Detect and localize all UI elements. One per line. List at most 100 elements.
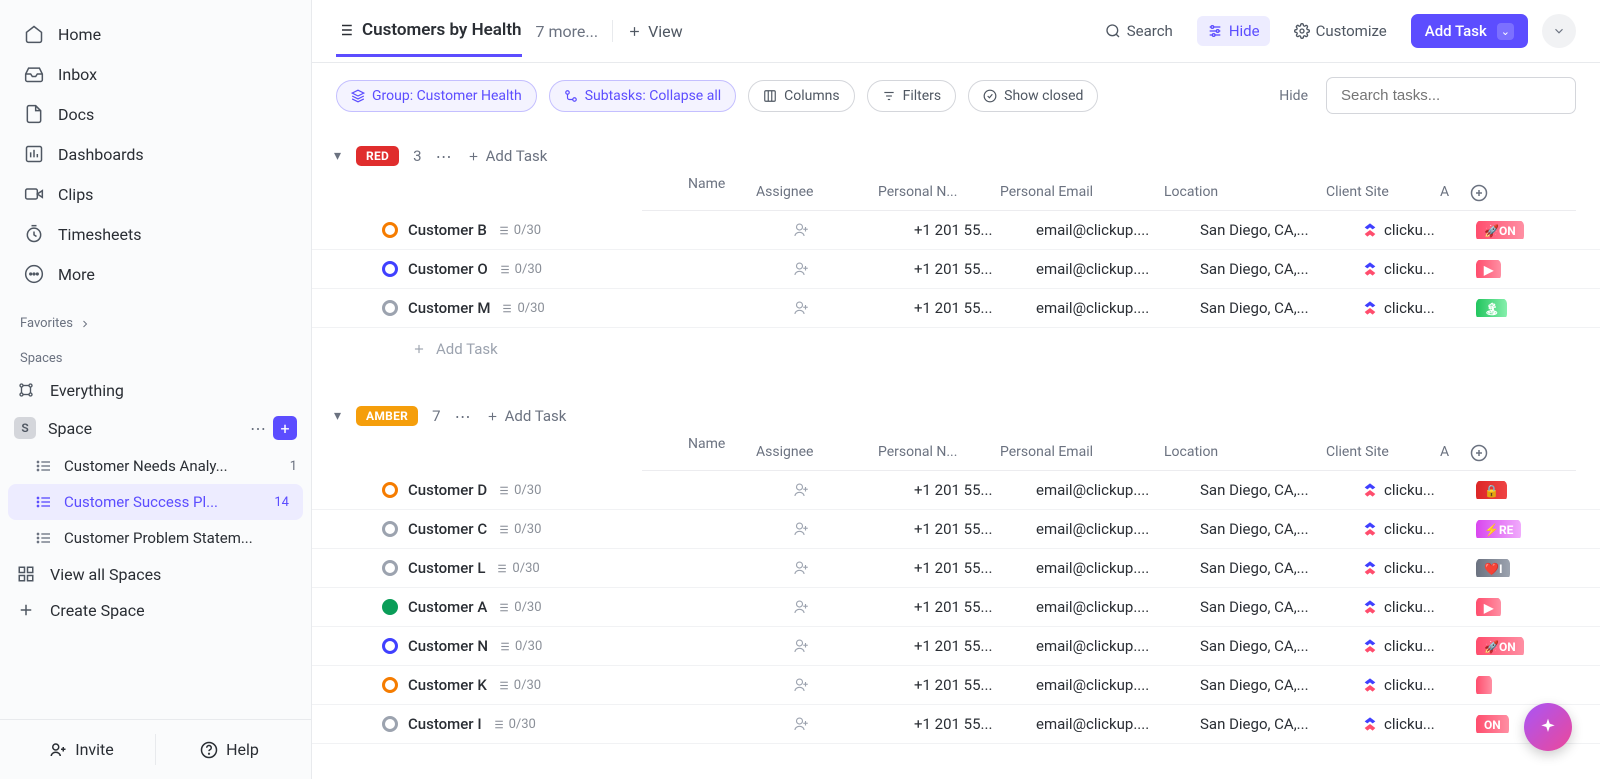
email-cell[interactable]: email@clickup....	[1036, 520, 1200, 538]
status-dot[interactable]	[382, 599, 398, 615]
phone-cell[interactable]: +1 201 55...	[914, 221, 1036, 239]
tag-cell[interactable]: ▶	[1476, 598, 1536, 616]
favorites-header[interactable]: Favorites	[0, 302, 311, 337]
sidebar-list-item[interactable]: Customer Needs Analy... 1	[0, 448, 311, 484]
nav-clip[interactable]: Clips	[8, 174, 303, 214]
column-email[interactable]: Personal Email	[1000, 184, 1164, 202]
location-cell[interactable]: San Diego, CA,...	[1200, 221, 1362, 239]
site-cell[interactable]: clicku...	[1362, 598, 1476, 616]
site-cell[interactable]: clicku...	[1362, 676, 1476, 694]
column-assignee[interactable]: Assignee	[756, 184, 878, 202]
subtask-count[interactable]: 0/30	[497, 600, 541, 615]
location-cell[interactable]: San Diego, CA,...	[1200, 260, 1362, 278]
email-cell[interactable]: email@clickup....	[1036, 481, 1200, 499]
status-dot[interactable]	[382, 521, 398, 537]
chevron-down-icon[interactable]: ⌄	[1497, 23, 1514, 40]
column-phone[interactable]: Personal N...	[878, 184, 1000, 202]
location-cell[interactable]: San Diego, CA,...	[1200, 299, 1362, 317]
collapse-icon[interactable]: ▾	[334, 408, 341, 424]
create-space[interactable]: Create Space	[0, 592, 311, 628]
phone-cell[interactable]: +1 201 55...	[914, 676, 1036, 694]
status-dot[interactable]	[382, 638, 398, 654]
site-cell[interactable]: clicku...	[1362, 221, 1476, 239]
task-name[interactable]: Customer L	[408, 559, 485, 577]
space-item[interactable]: S Space ⋯ +	[0, 408, 311, 448]
subtask-count[interactable]: 0/30	[498, 639, 542, 654]
nav-home[interactable]: Home	[8, 14, 303, 54]
subtask-count[interactable]: 0/30	[497, 223, 541, 238]
task-name[interactable]: Customer I	[408, 715, 482, 733]
assignee-cell[interactable]	[792, 481, 914, 499]
search-tasks-input[interactable]	[1326, 77, 1576, 114]
subtask-count[interactable]: 0/30	[497, 483, 541, 498]
status-badge[interactable]: AMBER	[356, 406, 418, 426]
assignee-cell[interactable]	[792, 260, 914, 278]
column-name[interactable]: Name	[688, 176, 725, 192]
more-views[interactable]: 7 more...	[536, 22, 599, 41]
column-site[interactable]: Client Site	[1326, 444, 1440, 462]
group-more-icon[interactable]: ⋯	[436, 147, 453, 166]
task-name[interactable]: Customer D	[408, 481, 487, 499]
site-cell[interactable]: clicku...	[1362, 559, 1476, 577]
ai-fab-button[interactable]	[1524, 703, 1572, 751]
task-name[interactable]: Customer K	[408, 676, 487, 694]
tag-cell[interactable]	[1476, 676, 1536, 694]
email-cell[interactable]: email@clickup....	[1036, 299, 1200, 317]
group-more-icon[interactable]: ⋯	[455, 407, 472, 426]
column-email[interactable]: Personal Email	[1000, 444, 1164, 462]
site-cell[interactable]: clicku...	[1362, 481, 1476, 499]
subtask-count[interactable]: 0/30	[500, 301, 544, 316]
nav-inbox[interactable]: Inbox	[8, 54, 303, 94]
task-row[interactable]: Customer I 0/30 +1 201 55... email@click…	[312, 705, 1600, 744]
tag-cell[interactable]: 🔒	[1476, 481, 1536, 499]
subtask-count[interactable]: 0/30	[497, 522, 541, 537]
column-site[interactable]: Client Site	[1326, 184, 1440, 202]
assignee-cell[interactable]	[792, 637, 914, 655]
task-row[interactable]: Customer M 0/30 +1 201 55... email@click…	[312, 289, 1600, 328]
phone-cell[interactable]: +1 201 55...	[914, 520, 1036, 538]
status-badge[interactable]: RED	[356, 146, 399, 166]
location-cell[interactable]: San Diego, CA,...	[1200, 715, 1362, 733]
customize-button[interactable]: Customize	[1284, 16, 1397, 46]
location-cell[interactable]: San Diego, CA,...	[1200, 520, 1362, 538]
phone-cell[interactable]: +1 201 55...	[914, 260, 1036, 278]
task-row[interactable]: Customer D 0/30 +1 201 55... email@click…	[312, 471, 1600, 510]
task-row[interactable]: Customer K 0/30 +1 201 55... email@click…	[312, 666, 1600, 705]
invite-button[interactable]: Invite	[8, 730, 155, 769]
assignee-cell[interactable]	[792, 715, 914, 733]
nav-more[interactable]: More	[8, 254, 303, 294]
task-row[interactable]: Customer A 0/30 +1 201 55... email@click…	[312, 588, 1600, 627]
add-view-button[interactable]: View	[627, 22, 683, 41]
group-pill[interactable]: Group: Customer Health	[336, 80, 537, 112]
email-cell[interactable]: email@clickup....	[1036, 598, 1200, 616]
space-more-icon[interactable]: ⋯	[250, 419, 267, 438]
task-row[interactable]: Customer B 0/30 +1 201 55... email@click…	[312, 211, 1600, 250]
column-location[interactable]: Location	[1164, 184, 1326, 202]
nav-dashboard[interactable]: Dashboards	[8, 134, 303, 174]
status-dot[interactable]	[382, 716, 398, 732]
task-row[interactable]: Customer C 0/30 +1 201 55... email@click…	[312, 510, 1600, 549]
column-account[interactable]: A	[1440, 184, 1470, 202]
site-cell[interactable]: clicku...	[1362, 637, 1476, 655]
phone-cell[interactable]: +1 201 55...	[914, 299, 1036, 317]
search-button[interactable]: Search	[1095, 16, 1183, 46]
phone-cell[interactable]: +1 201 55...	[914, 481, 1036, 499]
add-task-button[interactable]: Add Task ⌄	[1411, 14, 1528, 48]
location-cell[interactable]: San Diego, CA,...	[1200, 637, 1362, 655]
location-cell[interactable]: San Diego, CA,...	[1200, 481, 1362, 499]
status-dot[interactable]	[382, 300, 398, 316]
task-row[interactable]: Customer L 0/30 +1 201 55... email@click…	[312, 549, 1600, 588]
view-all-spaces[interactable]: View all Spaces	[0, 556, 311, 592]
nav-timesheet[interactable]: Timesheets	[8, 214, 303, 254]
phone-cell[interactable]: +1 201 55...	[914, 637, 1036, 655]
phone-cell[interactable]: +1 201 55...	[914, 598, 1036, 616]
site-cell[interactable]: clicku...	[1362, 520, 1476, 538]
tag-cell[interactable]: ⚡RE	[1476, 520, 1536, 538]
group-add-task[interactable]: Add Task	[486, 407, 567, 425]
status-dot[interactable]	[382, 482, 398, 498]
task-name[interactable]: Customer B	[408, 221, 487, 239]
assignee-cell[interactable]	[792, 299, 914, 317]
location-cell[interactable]: San Diego, CA,...	[1200, 559, 1362, 577]
subtask-count[interactable]: 0/30	[497, 678, 541, 693]
task-row[interactable]: Customer O 0/30 +1 201 55... email@click…	[312, 250, 1600, 289]
